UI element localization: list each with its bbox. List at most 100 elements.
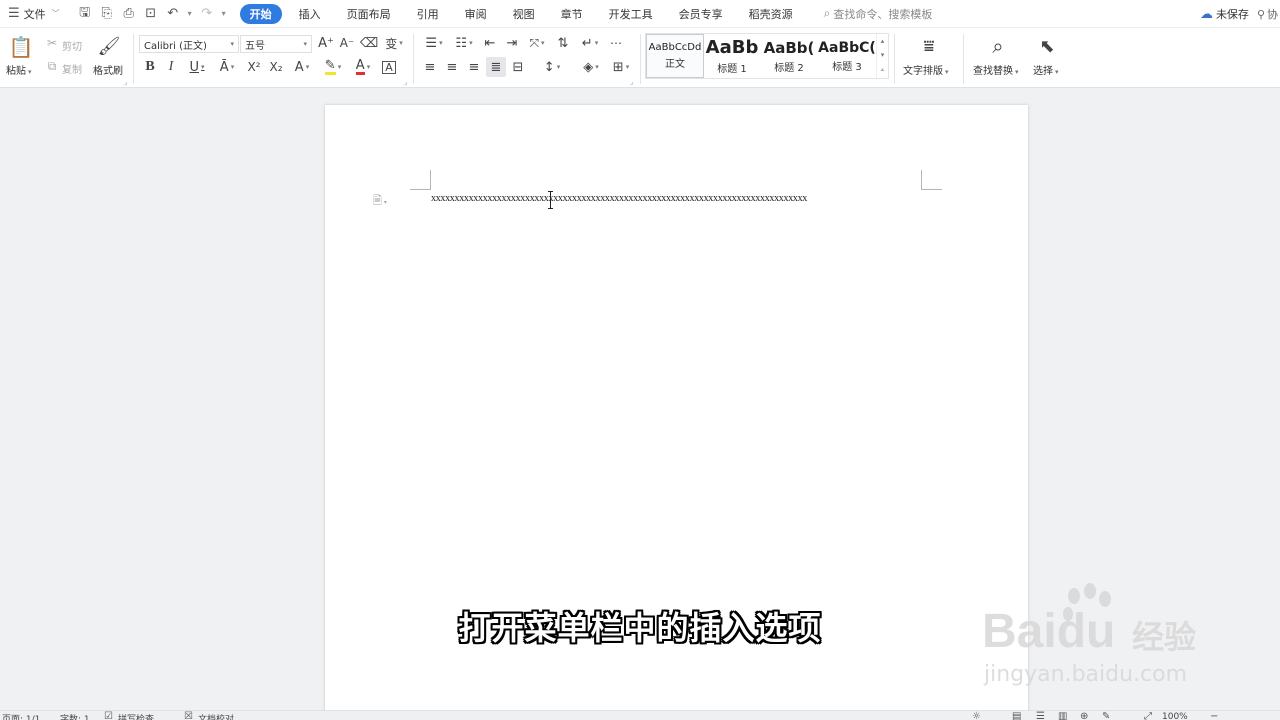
customize-dropdown-icon[interactable]: ▾ <box>218 3 230 25</box>
phonetic-guide-icon[interactable]: 变 ▾ <box>382 34 406 52</box>
tab-developer[interactable]: 开发工具 <box>600 4 662 24</box>
redo-icon[interactable]: ↷ <box>196 3 218 25</box>
styles-scroll[interactable]: ▴ ▾ ⩡ <box>876 34 888 78</box>
font-name-value: Calibri (正文) <box>144 40 207 52</box>
paragraph-handle-icon[interactable]: 🗎 ▾ <box>373 192 387 211</box>
text-layout-icon[interactable]: ⩸ <box>916 34 942 58</box>
font-name-select[interactable]: Calibri (正文) ▾ <box>139 35 239 53</box>
text-layout-button[interactable]: 文字排版 ▾ <box>903 62 949 77</box>
align-center-icon[interactable]: ≡ <box>443 58 461 76</box>
web-view-icon[interactable]: ⊕ <box>1080 711 1088 720</box>
word-count[interactable]: 字数: 1 <box>60 712 90 720</box>
outline-view-icon[interactable]: ☰ <box>1036 711 1045 720</box>
tab-chapter[interactable]: 章节 <box>552 4 592 24</box>
style-heading-2[interactable]: AaBb( 标题 2 <box>760 34 818 78</box>
copy-icon[interactable]: ⧉ <box>44 59 60 73</box>
pen-icon[interactable]: ✎ <box>1102 711 1110 720</box>
file-menu-button[interactable]: ☰ 文件 ﹀ <box>0 0 66 28</box>
undo-icon[interactable]: ↶ <box>162 3 184 25</box>
scissors-icon[interactable]: ✂ <box>44 36 60 50</box>
strikethrough-icon[interactable]: Ā ▾ <box>215 58 239 76</box>
align-right-icon[interactable]: ≡ <box>465 58 483 76</box>
chevron-up-icon[interactable]: ▴ <box>881 37 885 45</box>
doc-proofread[interactable]: 文档校对 <box>198 712 234 720</box>
char-border-icon[interactable]: A <box>380 58 398 76</box>
show-marks-icon[interactable]: ↵ ▾ <box>577 34 603 52</box>
print-preview-icon[interactable]: ⊡ <box>140 3 162 25</box>
shading-icon[interactable]: ◈ ▾ <box>577 58 605 76</box>
reading-view-icon[interactable]: ▥ <box>1058 711 1067 720</box>
underline-icon[interactable]: U ▾ <box>185 58 209 76</box>
expand-icon[interactable]: ⩡ <box>881 66 885 75</box>
paragraph-launcher-icon[interactable]: ⌟ <box>630 78 633 86</box>
zoom-level[interactable]: 100% <box>1162 712 1188 720</box>
zoom-out-icon[interactable]: − <box>1210 711 1218 720</box>
text-effect-icon[interactable]: A ▾ <box>290 58 314 76</box>
style-heading-3[interactable]: AaBbC( 标题 3 <box>818 34 876 78</box>
highlight-icon[interactable]: ✎ ▾ <box>320 58 346 76</box>
collab-icon[interactable]: ⚲ <box>1257 8 1265 21</box>
distributed-align-icon[interactable]: ⊟ <box>509 58 527 76</box>
select-button[interactable]: 选择 ▾ <box>1033 62 1059 77</box>
subscript-icon[interactable]: X₂ <box>267 58 285 76</box>
font-launcher-icon[interactable]: ⌟ <box>404 78 407 86</box>
export-pdf-icon[interactable]: ⎘ <box>96 3 118 25</box>
chevron-down-icon: ▾ <box>303 40 307 48</box>
line-spacing-icon[interactable]: ↕ ▾ <box>538 58 566 76</box>
tab-home[interactable]: 开始 <box>239 3 282 24</box>
italic-icon[interactable]: I <box>164 58 178 76</box>
bullet-list-icon[interactable]: ☰ ▾ <box>420 34 448 52</box>
margin-mark-top-right <box>921 170 942 190</box>
proofread-icon[interactable]: ☒ <box>184 711 193 720</box>
tab-view[interactable]: 视图 <box>504 4 544 24</box>
decrease-indent-icon[interactable]: ⇤ <box>481 34 499 52</box>
format-painter-icon[interactable]: 🖌 <box>98 34 121 58</box>
increase-indent-icon[interactable]: ⇥ <box>503 34 521 52</box>
command-search[interactable]: ⌕ 查找命令、搜索模板 <box>824 6 933 22</box>
numbered-list-icon[interactable]: ☷ ▾ <box>450 34 478 52</box>
chevron-down-icon[interactable]: ▾ <box>881 51 885 59</box>
checkbox-icon[interactable]: ☑ <box>104 711 113 720</box>
align-left-icon[interactable]: ≡ <box>421 58 439 76</box>
style-heading-1[interactable]: AaBb 标题 1 <box>704 34 760 78</box>
search-icon[interactable]: ⌕ <box>985 33 1011 59</box>
collab-label[interactable]: 协 <box>1267 6 1278 22</box>
page-view-icon[interactable]: ▤ <box>1012 711 1021 720</box>
tab-member[interactable]: 会员专享 <box>670 4 732 24</box>
tab-stop-icon[interactable]: ⋯ <box>607 34 625 52</box>
paste-icon[interactable]: 📋 <box>8 34 34 60</box>
tab-review[interactable]: 审阅 <box>456 4 496 24</box>
cut-label[interactable]: 剪切 <box>62 38 82 53</box>
document-text[interactable]: xxxxxxxxxxxxxxxxxxxxxxxxxxxxxxxxxxxxxxxx… <box>431 193 807 204</box>
style-normal[interactable]: AaBbCcDd 正文 <box>646 34 704 78</box>
eye-protect-icon[interactable]: ☼ <box>972 711 981 720</box>
copy-label[interactable]: 复制 <box>62 61 82 76</box>
undo-dropdown-icon[interactable]: ▾ <box>184 3 196 25</box>
justify-icon[interactable]: ≣ <box>486 57 506 77</box>
find-replace-button[interactable]: 查找替换 ▾ <box>973 62 1019 77</box>
superscript-icon[interactable]: X² <box>245 58 263 76</box>
tab-page-layout[interactable]: 页面布局 <box>338 4 400 24</box>
tab-insert[interactable]: 插入 <box>290 4 330 24</box>
grow-font-icon[interactable]: A⁺ <box>317 34 335 52</box>
chinese-layout-icon[interactable]: ⤧ ▾ <box>525 34 549 52</box>
print-icon[interactable]: ⎙ <box>118 3 140 25</box>
fit-page-icon[interactable]: ⤢ <box>1144 711 1152 720</box>
page-count[interactable]: 页面: 1/1 <box>2 712 40 720</box>
format-painter-label[interactable]: 格式刷 <box>93 62 123 77</box>
sort-icon[interactable]: ⇅ <box>554 34 572 52</box>
bold-icon[interactable]: B <box>142 58 158 76</box>
clear-format-icon[interactable]: ⌫ <box>360 34 378 52</box>
shrink-font-icon[interactable]: A⁻ <box>338 34 356 52</box>
font-color-icon[interactable]: A ▾ <box>350 58 376 76</box>
tab-docer-resources[interactable]: 稻壳资源 <box>740 4 802 24</box>
clipboard-launcher-icon[interactable]: ⌟ <box>124 78 127 86</box>
spellcheck-toggle[interactable]: 拼写检查 <box>118 712 154 720</box>
tab-references[interactable]: 引用 <box>408 4 448 24</box>
font-size-select[interactable]: 五号 ▾ <box>240 35 312 53</box>
cursor-select-icon[interactable]: ⬉ <box>1036 34 1058 58</box>
paste-button[interactable]: 粘贴 ▾ <box>6 62 32 77</box>
borders-icon[interactable]: ⊞ ▾ <box>607 58 635 76</box>
save-status[interactable]: 未保存 <box>1216 6 1249 22</box>
save-icon[interactable]: 🖫 <box>74 3 96 25</box>
